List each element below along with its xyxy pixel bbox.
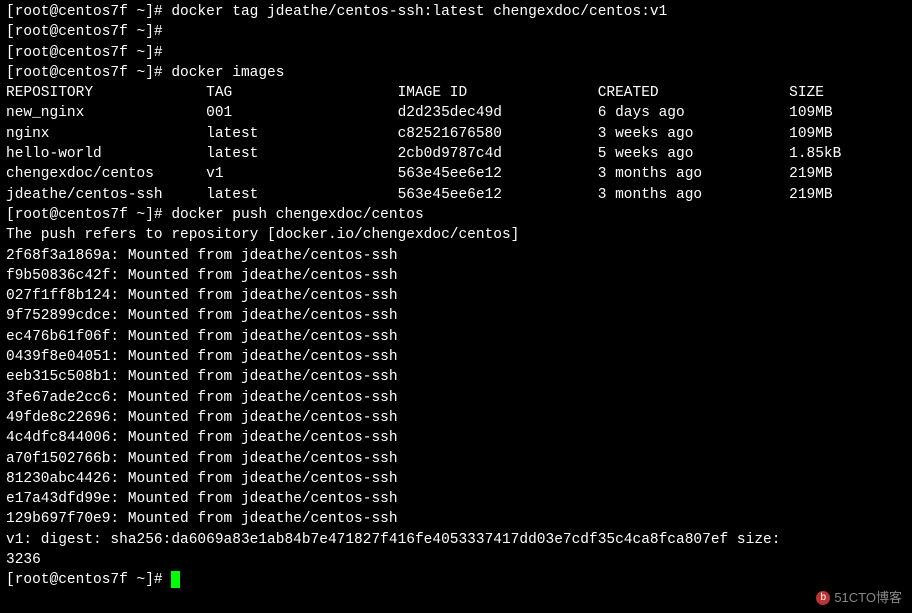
push-digest: v1: digest: sha256:da6069a83e1ab84b7e471… <box>6 530 906 550</box>
watermark-icon: b <box>816 591 830 605</box>
push-layer: 027f1ff8b124: Mounted from jdeathe/cento… <box>6 286 906 306</box>
push-layer: 129b697f70e9: Mounted from jdeathe/cento… <box>6 509 906 529</box>
watermark-text: 51CTO博客 <box>834 590 902 605</box>
cmd-docker-images: [root@centos7f ~]# docker images <box>6 63 906 83</box>
images-row: nginx latest c82521676580 3 weeks ago 10… <box>6 124 906 144</box>
push-layer: eeb315c508b1: Mounted from jdeathe/cento… <box>6 367 906 387</box>
cmd-docker-tag: [root@centos7f ~]# docker tag jdeathe/ce… <box>6 2 906 22</box>
push-layer: 49fde8c22696: Mounted from jdeathe/cento… <box>6 408 906 428</box>
push-layer: a70f1502766b: Mounted from jdeathe/cento… <box>6 449 906 469</box>
cmd-empty: [root@centos7f ~]# <box>6 43 906 63</box>
terminal-output[interactable]: [root@centos7f ~]# docker tag jdeathe/ce… <box>6 2 906 591</box>
push-refers: The push refers to repository [docker.io… <box>6 225 906 245</box>
cmd-docker-push: [root@centos7f ~]# docker push chengexdo… <box>6 205 906 225</box>
push-layer: 2f68f3a1869a: Mounted from jdeathe/cento… <box>6 246 906 266</box>
push-layer: 81230abc4426: Mounted from jdeathe/cento… <box>6 469 906 489</box>
watermark: b 51CTO博客 <box>816 589 902 607</box>
images-row: hello-world latest 2cb0d9787c4d 5 weeks … <box>6 144 906 164</box>
push-layer: f9b50836c42f: Mounted from jdeathe/cento… <box>6 266 906 286</box>
push-layer: e17a43dfd99e: Mounted from jdeathe/cento… <box>6 489 906 509</box>
prompt-active[interactable]: [root@centos7f ~]# <box>6 570 906 590</box>
images-row: chengexdoc/centos v1 563e45ee6e12 3 mont… <box>6 164 906 184</box>
cursor <box>171 571 180 588</box>
images-row: new_nginx 001 d2d235dec49d 6 days ago 10… <box>6 103 906 123</box>
push-layer: 0439f8e04051: Mounted from jdeathe/cento… <box>6 347 906 367</box>
push-layer: ec476b61f06f: Mounted from jdeathe/cento… <box>6 327 906 347</box>
push-digest-size: 3236 <box>6 550 906 570</box>
push-layer: 3fe67ade2cc6: Mounted from jdeathe/cento… <box>6 388 906 408</box>
images-header: REPOSITORY TAG IMAGE ID CREATED SIZE <box>6 83 906 103</box>
push-layer: 9f752899cdce: Mounted from jdeathe/cento… <box>6 306 906 326</box>
images-row: jdeathe/centos-ssh latest 563e45ee6e12 3… <box>6 185 906 205</box>
cmd-empty: [root@centos7f ~]# <box>6 22 906 42</box>
push-layer: 4c4dfc844006: Mounted from jdeathe/cento… <box>6 428 906 448</box>
